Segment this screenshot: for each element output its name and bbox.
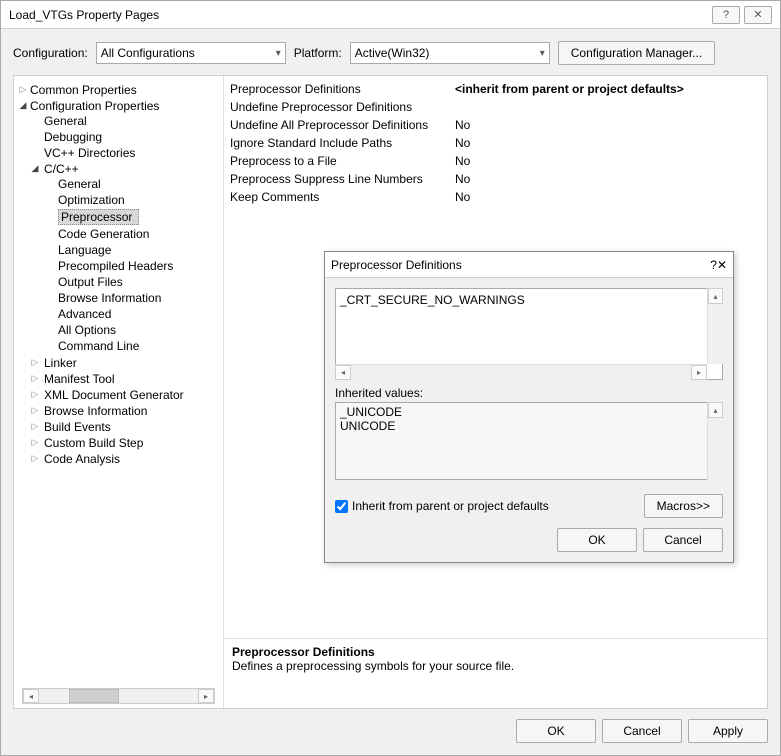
tree-view[interactable]: Common Properties Configuration Properti… <box>14 76 224 708</box>
tree-cpp-optimization[interactable]: Optimization <box>44 192 223 208</box>
window-title: Load_VTGs Property Pages <box>9 8 708 22</box>
tree-cpp-preprocessor[interactable]: Preprocessor <box>44 208 223 226</box>
preprocessor-definitions-dialog: Preprocessor Definitions ? ✕ ▴ ◂▸ Inheri… <box>324 251 734 563</box>
tree-manifest[interactable]: Manifest Tool <box>30 371 223 387</box>
tree-cpp-language[interactable]: Language <box>44 242 223 258</box>
scroll-up-icon[interactable]: ▴ <box>708 288 723 304</box>
dialog-titlebar: Preprocessor Definitions ? ✕ <box>325 252 733 278</box>
tree-cpp-advanced[interactable]: Advanced <box>44 306 223 322</box>
prop-value[interactable]: No <box>455 154 470 168</box>
list-item[interactable]: UNICODE <box>340 419 704 433</box>
tree-cpp-codegen[interactable]: Code Generation <box>44 226 223 242</box>
inherited-values-label: Inherited values: <box>335 386 723 400</box>
prop-value[interactable]: No <box>455 118 470 132</box>
tree-cpp-commandline[interactable]: Command Line <box>44 338 223 354</box>
prop-value[interactable]: No <box>455 136 470 150</box>
tree-code-analysis[interactable]: Code Analysis <box>30 451 223 467</box>
tree-configuration-properties[interactable]: Configuration Properties General Debuggi… <box>18 98 223 468</box>
help-text: Defines a preprocessing symbols for your… <box>232 659 759 673</box>
titlebar: Load_VTGs Property Pages ? ✕ <box>1 1 780 29</box>
help-heading: Preprocessor Definitions <box>232 645 759 659</box>
tree-ccpp[interactable]: C/C++ General Optimization Preprocessor … <box>30 161 223 355</box>
tree-vc-directories[interactable]: VC++ Directories <box>30 145 223 161</box>
prop-value[interactable]: No <box>455 190 470 204</box>
tree-hscroll[interactable]: ◂ ▸ <box>22 688 215 704</box>
scroll-left-icon[interactable]: ◂ <box>335 365 351 380</box>
tree-debugging[interactable]: Debugging <box>30 129 223 145</box>
configuration-combo[interactable]: All Configurations <box>96 42 286 64</box>
tree-build-events[interactable]: Build Events <box>30 419 223 435</box>
tree-general[interactable]: General <box>30 113 223 129</box>
inherit-label: Inherit from parent or project defaults <box>352 499 549 513</box>
dialog-buttons: OK Cancel Apply <box>13 719 768 743</box>
tree-linker[interactable]: Linker <box>30 355 223 371</box>
tree-cpp-general[interactable]: General <box>44 176 223 192</box>
platform-combo[interactable]: Active(Win32) <box>350 42 550 64</box>
prop-name: Preprocessor Definitions <box>230 82 455 96</box>
help-icon[interactable]: ? <box>712 6 740 24</box>
dialog-cancel-button[interactable]: Cancel <box>643 528 723 552</box>
prop-value[interactable]: No <box>455 172 470 186</box>
scroll-right-icon[interactable]: ▸ <box>691 365 707 380</box>
scroll-up-icon[interactable]: ▴ <box>708 402 723 418</box>
inherited-values-listbox[interactable]: _UNICODE UNICODE <box>335 402 723 480</box>
tree-common-properties[interactable]: Common Properties <box>18 82 223 98</box>
scroll-left-icon[interactable]: ◂ <box>23 689 39 703</box>
prop-name: Preprocess Suppress Line Numbers <box>230 172 455 186</box>
prop-value[interactable]: <inherit from parent or project defaults… <box>455 82 684 96</box>
help-box: Preprocessor Definitions Defines a prepr… <box>224 638 767 708</box>
tree-cpp-alloptions[interactable]: All Options <box>44 322 223 338</box>
scroll-right-icon[interactable]: ▸ <box>198 689 214 703</box>
prop-name: Ignore Standard Include Paths <box>230 136 455 150</box>
list-item[interactable]: _UNICODE <box>340 405 704 419</box>
hscroll[interactable]: ◂▸ <box>335 364 707 380</box>
cancel-button[interactable]: Cancel <box>602 719 682 743</box>
tree-custom-build[interactable]: Custom Build Step <box>30 435 223 451</box>
tree-cpp-browse[interactable]: Browse Information <box>44 290 223 306</box>
configuration-manager-button[interactable]: Configuration Manager... <box>558 41 715 65</box>
prop-name: Preprocess to a File <box>230 154 455 168</box>
tree-browse-info[interactable]: Browse Information <box>30 403 223 419</box>
apply-button[interactable]: Apply <box>688 719 768 743</box>
tree-xml-doc[interactable]: XML Document Generator <box>30 387 223 403</box>
main-panel: Common Properties Configuration Properti… <box>13 75 768 709</box>
help-icon[interactable]: ? <box>710 258 717 272</box>
right-panel: Preprocessor Definitions<inherit from pa… <box>224 76 767 708</box>
configuration-label: Configuration: <box>13 46 88 60</box>
macros-button[interactable]: Macros>> <box>644 494 723 518</box>
tree-cpp-output[interactable]: Output Files <box>44 274 223 290</box>
prop-name: Keep Comments <box>230 190 455 204</box>
dialog-ok-button[interactable]: OK <box>557 528 637 552</box>
ok-button[interactable]: OK <box>516 719 596 743</box>
prop-name: Undefine Preprocessor Definitions <box>230 100 455 114</box>
prop-name: Undefine All Preprocessor Definitions <box>230 118 455 132</box>
config-row: Configuration: All Configurations Platfo… <box>13 41 768 65</box>
close-icon[interactable]: ✕ <box>717 258 727 272</box>
vscroll[interactable]: ▴ <box>707 288 723 364</box>
property-pages-window: Load_VTGs Property Pages ? ✕ Configurati… <box>0 0 781 756</box>
close-icon[interactable]: ✕ <box>744 6 772 24</box>
dialog-title: Preprocessor Definitions <box>331 258 710 272</box>
tree-cpp-pch[interactable]: Precompiled Headers <box>44 258 223 274</box>
vscroll[interactable]: ▴ <box>707 402 723 480</box>
inherit-checkbox[interactable] <box>335 500 348 513</box>
scroll-thumb[interactable] <box>69 689 119 703</box>
platform-label: Platform: <box>294 46 342 60</box>
property-grid[interactable]: Preprocessor Definitions<inherit from pa… <box>224 76 767 638</box>
